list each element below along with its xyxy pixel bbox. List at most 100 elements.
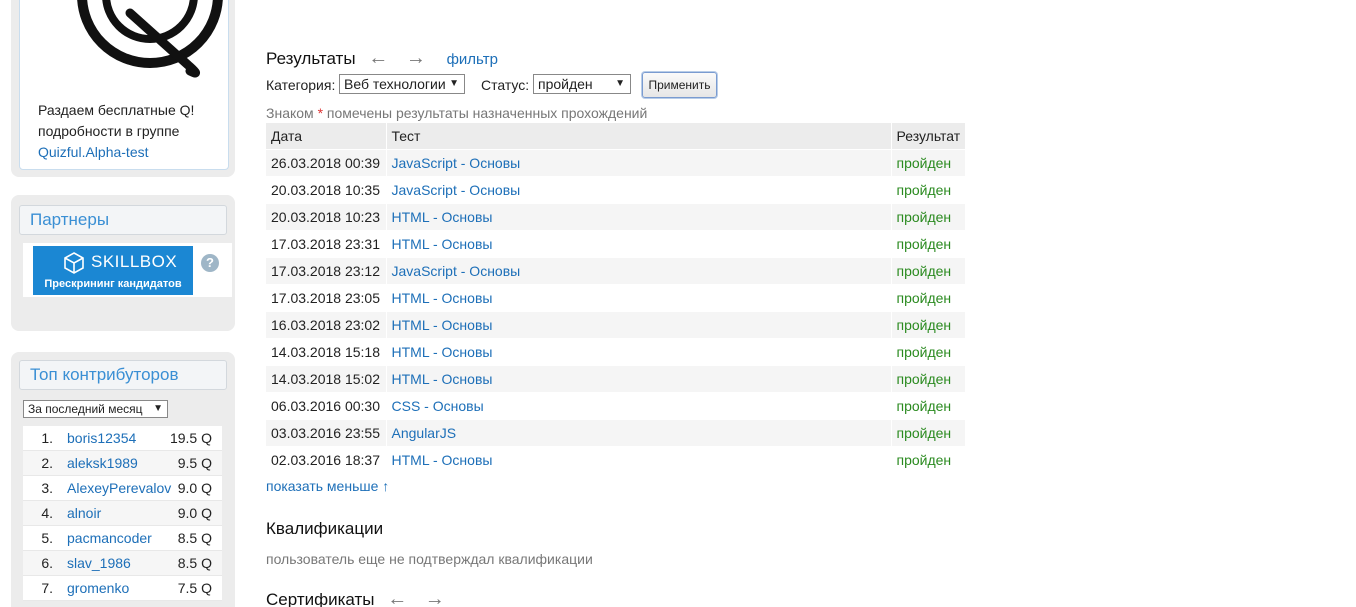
table-row: 02.03.2016 18:37 HTML - Основы пройден [266, 445, 965, 473]
result-test-link[interactable]: HTML - Основы [392, 317, 493, 333]
results-nav-arrows[interactable]: ← → [368, 47, 432, 69]
result-date: 20.03.2018 10:35 [266, 175, 386, 203]
list-item: 7. gromenko 7.5 Q [23, 576, 222, 601]
result-test-link[interactable]: JavaScript - Основы [392, 182, 521, 198]
apply-button[interactable]: Применить [642, 72, 717, 98]
sidebar: Раздаем бесплатные Q! подробности в груп… [0, 0, 245, 607]
result-date: 02.03.2016 18:37 [266, 445, 386, 473]
qualifications-title: Квалификации [266, 519, 384, 538]
contributor-link[interactable]: pacmancoder [67, 526, 152, 551]
note-text-after: помечены результаты назначенных прохожде… [323, 105, 648, 121]
contributor-link[interactable]: slav_1986 [67, 551, 131, 576]
result-status: пройден [890, 148, 965, 176]
promo-box: Раздаем бесплатные Q! подробности в груп… [11, 0, 235, 177]
result-test-link[interactable]: JavaScript - Основы [392, 155, 521, 171]
result-date: 06.03.2016 00:30 [266, 391, 386, 419]
table-row: 17.03.2018 23:31 HTML - Основы пройден [266, 229, 965, 257]
skillbox-name: SKILLBOX [91, 252, 178, 271]
result-status: пройден [890, 418, 965, 446]
table-header-row: Дата Тест Результат [266, 123, 965, 149]
contributor-link[interactable]: alnoir [67, 501, 101, 526]
column-header-result: Результат [890, 123, 965, 149]
result-test-cell: HTML - Основы [385, 283, 891, 311]
column-header-test: Тест [385, 123, 891, 149]
note-text-before: Знаком [266, 105, 318, 121]
list-item: 4. alnoir 9.0 Q [23, 501, 222, 526]
contributor-score: 8.5 Q [177, 555, 212, 571]
skillbox-banner[interactable]: SKILLBOX Прескрининг кандидатов [33, 246, 193, 295]
category-select[interactable]: Веб технологии ▼ [339, 74, 465, 94]
result-test-link[interactable]: AngularJS [392, 425, 457, 441]
contributor-rank: 3. [41, 480, 53, 496]
result-test-link[interactable]: HTML - Основы [392, 452, 493, 468]
result-date: 14.03.2018 15:02 [266, 364, 386, 392]
result-test-cell: HTML - Основы [385, 445, 891, 473]
contributors-list: 1. boris12354 19.5 Q 2. aleksk1989 9.5 Q… [23, 426, 222, 601]
promo-group-link[interactable]: Quizful.Alpha-test [38, 144, 149, 160]
list-item: 3. AlexeyPerevalov 9.0 Q [23, 476, 222, 501]
result-status: пройден [890, 364, 965, 392]
category-label: Категория: [266, 77, 336, 93]
results-heading: Результаты ← → фильтр [266, 47, 498, 70]
contributor-score: 19.5 Q [169, 430, 212, 446]
contributor-rank: 7. [41, 580, 53, 596]
result-test-cell: HTML - Основы [385, 310, 891, 338]
certificates-title: Сертификаты [266, 590, 375, 607]
filter-link[interactable]: фильтр [447, 51, 498, 68]
contributor-rank: 6. [41, 555, 53, 571]
result-date: 03.03.2016 23:55 [266, 418, 386, 446]
contributor-rank: 2. [41, 455, 53, 471]
list-item: 5. pacmancoder 8.5 Q [23, 526, 222, 551]
result-test-cell: HTML - Основы [385, 337, 891, 365]
result-test-link[interactable]: HTML - Основы [392, 236, 493, 252]
table-row: 06.03.2016 00:30 CSS - Основы пройден [266, 391, 965, 419]
result-status: пройден [890, 175, 965, 203]
result-test-link[interactable]: HTML - Основы [392, 290, 493, 306]
result-test-link[interactable]: HTML - Основы [392, 371, 493, 387]
results-table: Дата Тест Результат 26.03.2018 00:39 Jav… [266, 123, 965, 473]
promo-card: Раздаем бесплатные Q! подробности в груп… [19, 0, 229, 170]
column-header-date: Дата [266, 123, 386, 149]
contributor-link[interactable]: gromenko [67, 576, 129, 601]
table-row: 26.03.2018 00:39 JavaScript - Основы про… [266, 148, 965, 176]
category-select-value: Веб технологии [344, 76, 446, 92]
help-icon[interactable]: ? [201, 254, 219, 272]
table-row: 03.03.2016 23:55 AngularJS пройден [266, 418, 965, 446]
list-item: 2. aleksk1989 9.5 Q [23, 451, 222, 476]
show-less-link[interactable]: показать меньше ↑ [266, 478, 389, 494]
contributor-score: 9.0 Q [177, 505, 212, 521]
contributor-link[interactable]: boris12354 [67, 426, 136, 451]
result-test-cell: HTML - Основы [385, 364, 891, 392]
status-select[interactable]: пройден ▼ [533, 74, 631, 94]
result-date: 16.03.2018 23:02 [266, 310, 386, 338]
result-test-link[interactable]: HTML - Основы [392, 209, 493, 225]
result-status: пройден [890, 391, 965, 419]
result-test-link[interactable]: JavaScript - Основы [392, 263, 521, 279]
list-item: 1. boris12354 19.5 Q [23, 426, 222, 451]
result-test-cell: JavaScript - Основы [385, 148, 891, 176]
contributor-score: 9.5 Q [177, 455, 212, 471]
result-test-cell: CSS - Основы [385, 391, 891, 419]
quizful-logo-icon [77, 0, 223, 78]
result-status: пройден [890, 445, 965, 473]
contributor-rank: 5. [41, 530, 53, 546]
table-row: 17.03.2018 23:05 HTML - Основы пройден [266, 283, 965, 311]
result-date: 17.03.2018 23:05 [266, 283, 386, 311]
certificates-nav-arrows[interactable]: ← → [387, 588, 451, 607]
period-select-value: За последний месяц [28, 402, 143, 416]
result-test-link[interactable]: HTML - Основы [392, 344, 493, 360]
promo-line-2: подробности в группе [38, 123, 180, 139]
contributors-title: Топ контрибуторов [19, 360, 227, 390]
result-test-link[interactable]: CSS - Основы [392, 398, 484, 414]
result-status: пройден [890, 202, 965, 230]
table-row: 14.03.2018 15:02 HTML - Основы пройден [266, 364, 965, 392]
period-select[interactable]: За последний месяц ▼ [23, 400, 168, 418]
promo-text: Раздаем бесплатные Q! подробности в груп… [38, 100, 194, 163]
assigned-note: Знаком * помечены результаты назначенных… [266, 105, 647, 121]
result-status: пройден [890, 337, 965, 365]
contributor-link[interactable]: aleksk1989 [67, 451, 138, 476]
status-label: Статус: [481, 77, 530, 93]
table-row: 20.03.2018 10:23 HTML - Основы пройден [266, 202, 965, 230]
contributors-box: Топ контрибуторов За последний месяц ▼ 1… [11, 352, 235, 607]
contributor-link[interactable]: AlexeyPerevalov [67, 476, 171, 501]
